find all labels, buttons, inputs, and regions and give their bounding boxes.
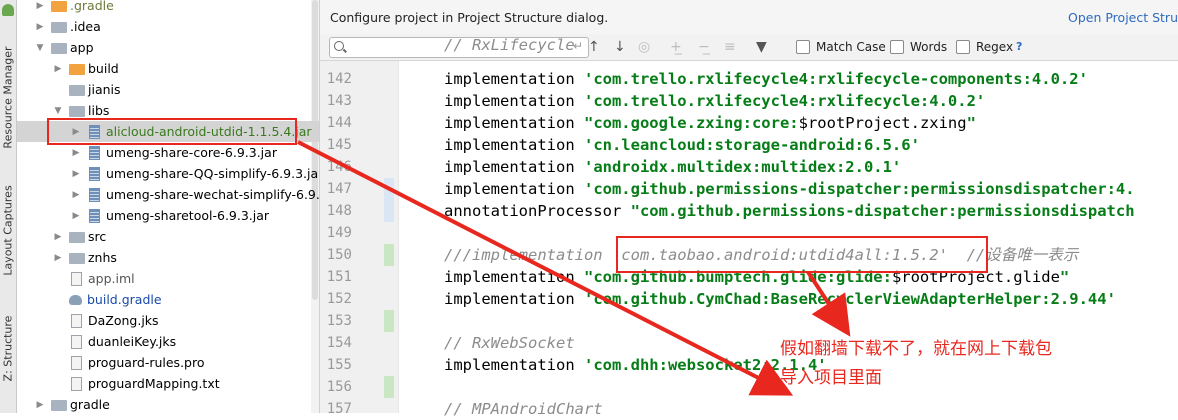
annotation-line-1: 假如翻墙下载不了，就在网上下载包	[780, 339, 1052, 359]
arrow-to-dependency	[806, 270, 851, 337]
arrow-to-jar	[297, 140, 794, 396]
annotation-line-2: 导入项目里面	[780, 368, 882, 388]
